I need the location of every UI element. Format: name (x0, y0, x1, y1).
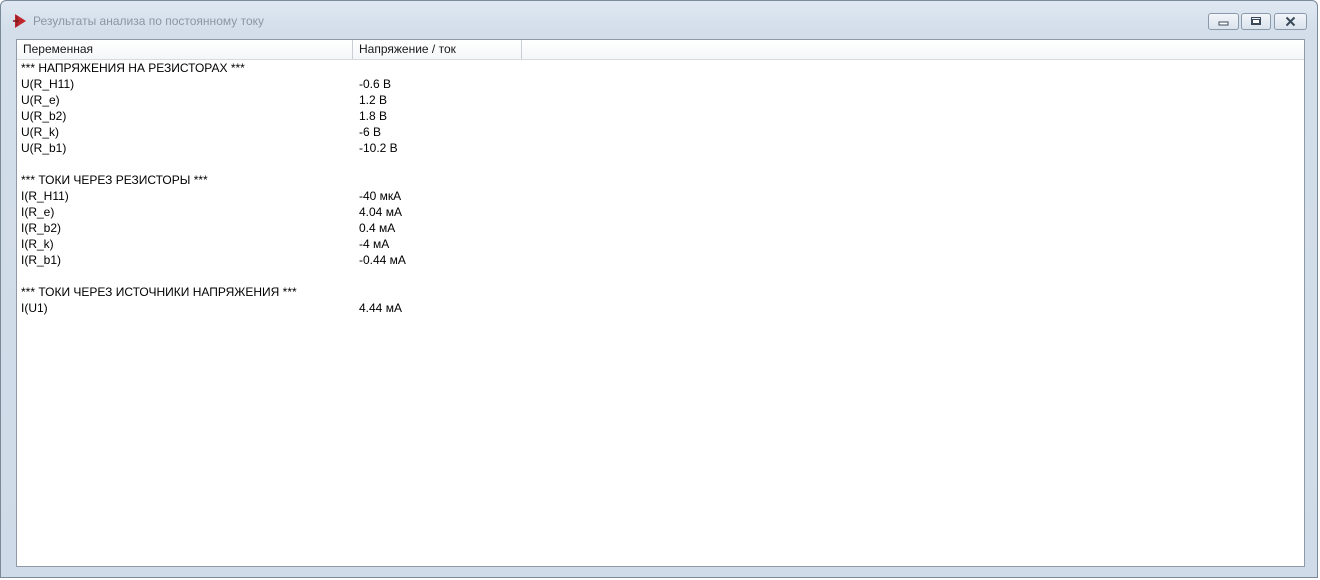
list-item[interactable]: I(R_H11) -40 мкА (17, 188, 1304, 204)
title-bar[interactable]: Результаты анализа по постоянному току (1, 1, 1317, 35)
variable-name: *** ТОКИ ЧЕРЕЗ ИСТОЧНИКИ НАПРЯЖЕНИЯ *** (21, 285, 297, 299)
list-item[interactable]: U(R_H11) -0.6 В (17, 76, 1304, 92)
list-item[interactable] (17, 156, 1304, 172)
list-item[interactable]: I(R_b1) -0.44 мА (17, 252, 1304, 268)
list-item[interactable] (17, 268, 1304, 284)
variable-value: -40 мкА (359, 189, 402, 203)
variable-name: I(R_b1) (21, 253, 62, 267)
close-icon (1285, 16, 1296, 27)
maximize-button[interactable] (1241, 13, 1271, 30)
list-header: Переменная Напряжение / ток (17, 40, 1304, 60)
variable-name: U(R_H11) (21, 77, 75, 91)
list-item[interactable]: U(R_b2) 1.8 В (17, 108, 1304, 124)
minimize-icon (1218, 21, 1229, 26)
variable-value: 0.4 мА (359, 221, 396, 235)
variable-value: -0.6 В (359, 77, 392, 91)
variable-value: 4.04 мА (359, 205, 402, 219)
list-item[interactable]: U(R_k) -6 В (17, 124, 1304, 140)
variable-value: -6 В (359, 125, 382, 139)
variable-value: -4 мА (359, 237, 390, 251)
list-item[interactable]: I(R_e) 4.04 мА (17, 204, 1304, 220)
column-header-variable[interactable]: Переменная (17, 40, 353, 59)
maximize-icon (1251, 17, 1261, 25)
variable-value: 1.8 В (359, 109, 388, 123)
variable-name: U(R_b1) (21, 141, 67, 155)
column-header-value[interactable]: Напряжение / ток (353, 40, 522, 59)
list-item[interactable]: *** ТОКИ ЧЕРЕЗ РЕЗИСТОРЫ *** (17, 172, 1304, 188)
list-item[interactable]: I(R_b2) 0.4 мА (17, 220, 1304, 236)
list-item[interactable]: *** НАПРЯЖЕНИЯ НА РЕЗИСТОРАХ *** (17, 60, 1304, 76)
variable-name: I(R_k) (21, 237, 54, 251)
variable-name: I(R_b2) (21, 221, 62, 235)
variable-name: U(R_e) (21, 93, 60, 107)
variable-name: U(R_k) (21, 125, 59, 139)
variable-value: -10.2 В (359, 141, 398, 155)
variable-value: 4.44 мА (359, 301, 402, 315)
minimize-button[interactable] (1208, 13, 1239, 30)
variable-name: I(R_e) (21, 205, 55, 219)
close-button[interactable] (1274, 13, 1307, 30)
window-title: Результаты анализа по постоянному току (33, 14, 264, 28)
list-rows: *** НАПРЯЖЕНИЯ НА РЕЗИСТОРАХ *** U(R_H11)… (17, 60, 1304, 316)
variable-name: *** ТОКИ ЧЕРЕЗ РЕЗИСТОРЫ *** (21, 173, 208, 187)
variable-name: I(U1) (21, 301, 48, 315)
list-item[interactable]: I(R_k) -4 мА (17, 236, 1304, 252)
list-item[interactable]: U(R_e) 1.2 В (17, 92, 1304, 108)
variable-name: I(R_H11) (21, 189, 69, 203)
list-item[interactable]: *** ТОКИ ЧЕРЕЗ ИСТОЧНИКИ НАПРЯЖЕНИЯ *** (17, 284, 1304, 300)
app-icon (13, 14, 26, 28)
results-list[interactable]: Переменная Напряжение / ток *** НАПРЯЖЕН… (16, 39, 1305, 567)
variable-name: *** НАПРЯЖЕНИЯ НА РЕЗИСТОРАХ *** (21, 61, 245, 75)
results-window: Результаты анализа по постоянному току П… (0, 0, 1318, 578)
variable-value: -0.44 мА (359, 253, 406, 267)
list-item[interactable]: I(U1) 4.44 мА (17, 300, 1304, 316)
variable-name: U(R_b2) (21, 109, 67, 123)
variable-value: 1.2 В (359, 93, 388, 107)
list-item[interactable]: U(R_b1) -10.2 В (17, 140, 1304, 156)
